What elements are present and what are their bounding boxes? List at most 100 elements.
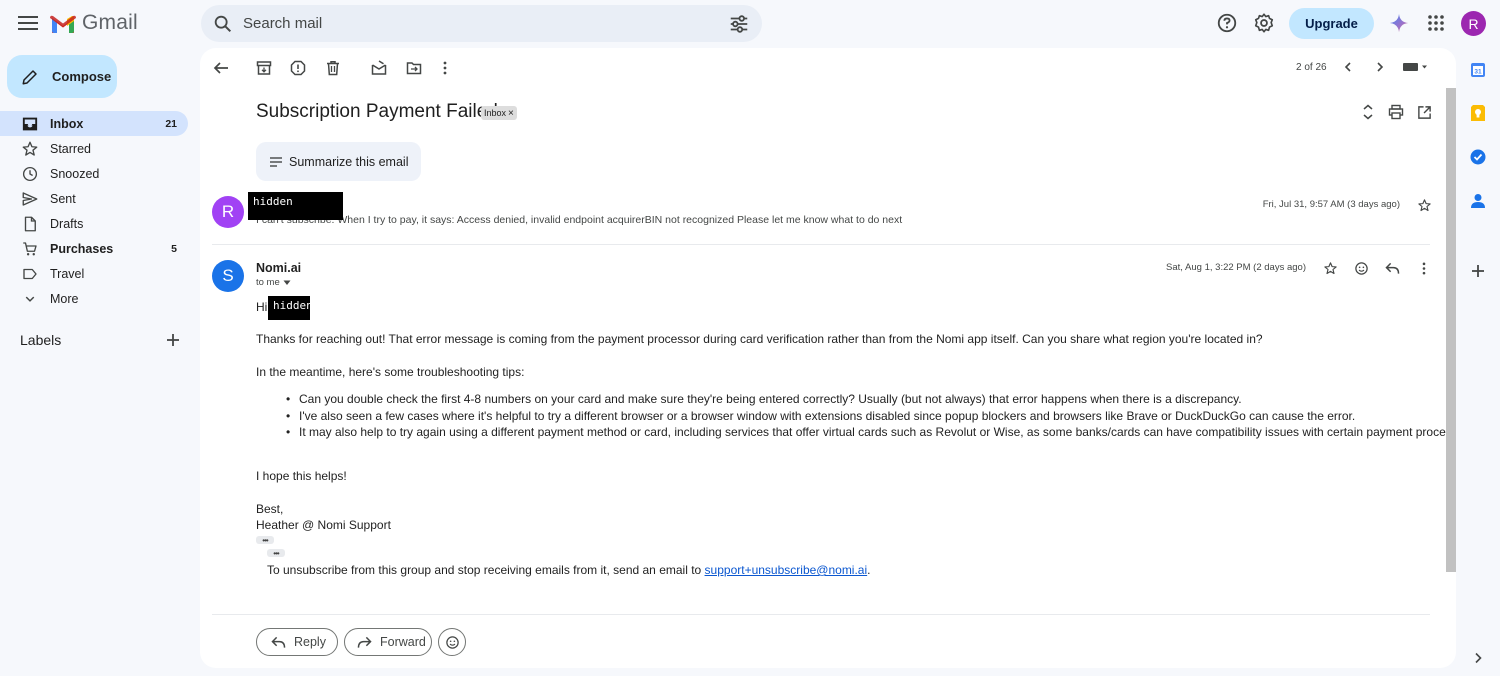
search-bar[interactable] bbox=[201, 5, 762, 42]
recipients-toggle[interactable]: to me bbox=[256, 277, 291, 288]
keyboard-icon bbox=[1403, 63, 1427, 71]
star-message-button[interactable] bbox=[1320, 258, 1340, 278]
sender-avatar[interactable]: R bbox=[212, 196, 244, 228]
sidebar-item-more[interactable]: More bbox=[0, 286, 188, 311]
open-new-window-button[interactable] bbox=[1414, 102, 1434, 122]
delete-button[interactable] bbox=[323, 58, 343, 78]
calendar-app-button[interactable]: 31 bbox=[1469, 61, 1487, 79]
move-to-button[interactable] bbox=[404, 58, 424, 78]
create-label-button[interactable] bbox=[164, 331, 182, 349]
signoff: Best, bbox=[256, 502, 284, 516]
tip-bullet: It may also help to try again using a di… bbox=[286, 425, 1456, 439]
reply-icon bbox=[1384, 262, 1399, 274]
sidebar-item-sent[interactable]: Sent bbox=[0, 186, 188, 211]
summarize-label: Summarize this email bbox=[289, 154, 409, 169]
compose-button[interactable]: Compose bbox=[7, 55, 117, 98]
more-actions-button[interactable] bbox=[435, 58, 455, 78]
scrollbar[interactable] bbox=[1446, 88, 1456, 572]
forward-label: Forward bbox=[380, 635, 426, 649]
star-outline-icon bbox=[1323, 261, 1337, 274]
reply-quick-button[interactable] bbox=[1382, 258, 1402, 278]
shopping-cart-icon bbox=[23, 241, 37, 255]
sidebar-item-purchases[interactable]: Purchases 5 bbox=[0, 236, 188, 261]
clock-icon bbox=[22, 166, 38, 181]
star-message-button[interactable] bbox=[1414, 195, 1434, 215]
message-snippet[interactable]: I can't subscribe. When I try to pay, it… bbox=[256, 214, 902, 226]
newer-button[interactable] bbox=[1338, 57, 1358, 77]
gear-icon bbox=[1254, 13, 1274, 33]
inbox-label-chip[interactable]: Inbox × bbox=[481, 106, 517, 120]
chevron-right-icon bbox=[1475, 652, 1482, 664]
unsubscribe-email-link[interactable]: support+unsubscribe@nomi.ai bbox=[705, 563, 868, 577]
sidebar-item-label: Purchases bbox=[50, 241, 114, 256]
keep-app-button[interactable] bbox=[1469, 104, 1487, 122]
google-apps-button[interactable] bbox=[1424, 11, 1448, 35]
forward-button[interactable]: Forward bbox=[344, 628, 432, 656]
contacts-app-button[interactable] bbox=[1469, 192, 1487, 210]
older-button[interactable] bbox=[1370, 57, 1390, 77]
add-reaction-button[interactable] bbox=[1351, 258, 1371, 278]
report-icon bbox=[290, 60, 306, 76]
message-more-button[interactable] bbox=[1414, 258, 1434, 278]
main-menu-button[interactable] bbox=[12, 6, 44, 40]
print-button[interactable] bbox=[1386, 102, 1406, 122]
unsubscribe-text: To unsubscribe from this group and stop … bbox=[267, 563, 705, 577]
search-options-icon[interactable] bbox=[728, 13, 750, 35]
more-vertical-icon bbox=[443, 61, 447, 75]
summarize-email-button[interactable]: Summarize this email bbox=[256, 142, 421, 181]
upgrade-button[interactable]: Upgrade bbox=[1289, 8, 1374, 39]
mark-unread-icon bbox=[371, 60, 387, 75]
sender-avatar[interactable]: S bbox=[212, 260, 244, 292]
body-paragraph: Thanks for reaching out! That error mess… bbox=[256, 332, 1263, 346]
summarize-icon bbox=[270, 156, 282, 167]
sidebar-item-label: Snoozed bbox=[50, 166, 100, 181]
inbox-icon bbox=[22, 117, 38, 130]
unread-count: 21 bbox=[165, 117, 177, 130]
tip-bullet: I've also seen a few cases where it's he… bbox=[286, 409, 1355, 423]
signature: Heather @ Nomi Support bbox=[256, 518, 391, 532]
sidebar-item-inbox[interactable]: Inbox 21 bbox=[0, 111, 188, 136]
hide-side-panel-button[interactable] bbox=[1469, 649, 1487, 667]
reply-button[interactable]: Reply bbox=[256, 628, 338, 656]
show-trimmed-content-button[interactable]: ••• bbox=[267, 549, 285, 558]
get-addons-button[interactable] bbox=[1469, 262, 1487, 280]
open-in-new-icon bbox=[1417, 105, 1431, 119]
keep-bulb-icon bbox=[1471, 105, 1485, 121]
archive-icon bbox=[256, 61, 272, 75]
redacted-name: hidden bbox=[268, 296, 313, 320]
search-input[interactable] bbox=[243, 15, 703, 32]
expand-all-button[interactable] bbox=[1358, 102, 1378, 122]
settings-button[interactable] bbox=[1251, 10, 1277, 36]
sidebar-item-label: Inbox bbox=[50, 116, 84, 131]
sidebar-item-snoozed[interactable]: Snoozed bbox=[0, 161, 188, 186]
more-vertical-icon bbox=[1422, 262, 1426, 274]
send-icon bbox=[22, 191, 38, 206]
sidebar-item-travel[interactable]: Travel bbox=[0, 261, 188, 286]
sidebar-item-label: Starred bbox=[50, 141, 91, 156]
remove-label-icon[interactable]: × bbox=[508, 108, 514, 119]
tasks-check-icon bbox=[1470, 149, 1486, 165]
to-me-label: to me bbox=[256, 277, 280, 288]
tasks-app-button[interactable] bbox=[1469, 148, 1487, 166]
support-button[interactable] bbox=[1214, 10, 1240, 36]
plus-icon bbox=[167, 334, 179, 346]
account-avatar[interactable]: R bbox=[1461, 11, 1486, 36]
sidebar-item-starred[interactable]: Starred bbox=[0, 136, 188, 161]
help-icon bbox=[1217, 13, 1237, 33]
sidebar-item-drafts[interactable]: Drafts bbox=[0, 211, 188, 236]
react-emoji-button[interactable] bbox=[438, 628, 466, 656]
gmail-logo[interactable]: Gmail bbox=[50, 10, 138, 36]
search-icon[interactable] bbox=[212, 13, 234, 35]
svg-text:31: 31 bbox=[1474, 69, 1482, 76]
report-spam-button[interactable] bbox=[288, 58, 308, 78]
back-button[interactable] bbox=[211, 58, 231, 78]
sender-name[interactable]: Nomi.ai bbox=[256, 261, 301, 275]
compose-label: Compose bbox=[52, 69, 112, 84]
archive-button[interactable] bbox=[254, 58, 274, 78]
mark-unread-button[interactable] bbox=[369, 58, 389, 78]
reply-icon bbox=[271, 636, 286, 648]
unsubscribe-end: . bbox=[867, 563, 871, 577]
input-tools-button[interactable] bbox=[1400, 57, 1430, 77]
gemini-button[interactable] bbox=[1387, 11, 1411, 35]
show-trimmed-content-button[interactable]: ••• bbox=[256, 536, 274, 545]
